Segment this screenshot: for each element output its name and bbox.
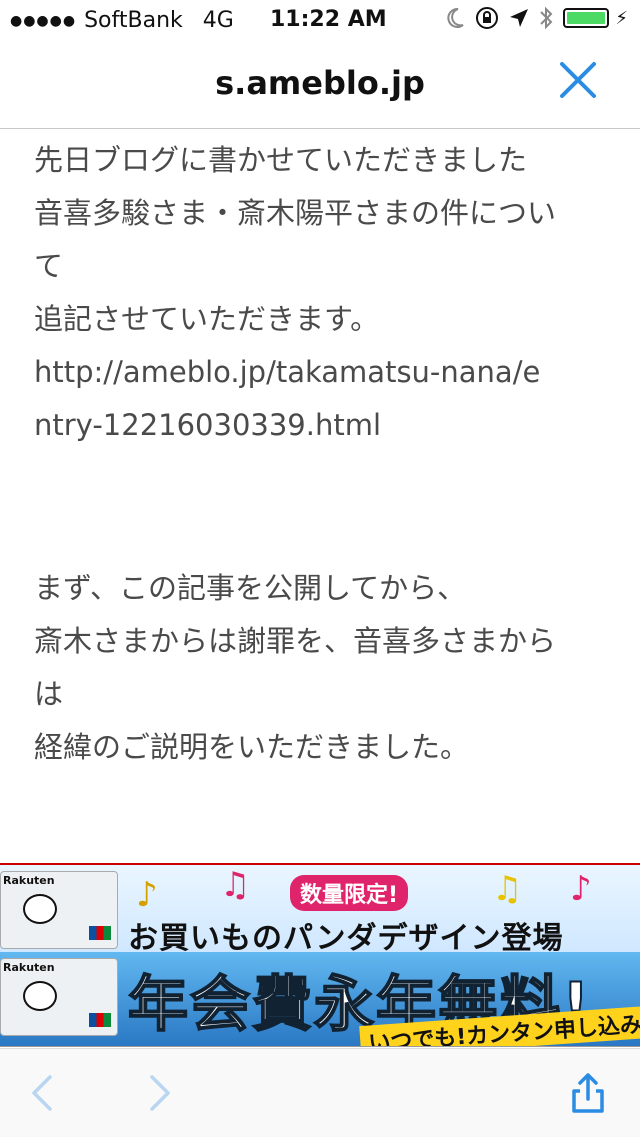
article-link[interactable]: ntry-12216030339.html [34,399,614,452]
browser-toolbar [0,1048,640,1137]
ad-headline: お買いものパンダデザイン登場 [128,921,564,953]
panda-icon [23,894,57,924]
page-url: s.ameblo.jp [215,64,425,102]
card-brand: Rakuten [3,961,55,974]
status-bar: ●●●●● SoftBank 4G 11:22 AM ⚡ [0,0,640,40]
text-line: 経緯のご説明をいただきました。 [34,730,470,764]
network-type: 4G [202,8,234,33]
battery-icon [563,8,610,28]
music-note-icon: ♪ [136,875,158,915]
browser-header: s.ameblo.jp [0,40,640,129]
music-note-icon: ♪ [570,869,592,909]
signal-dots-icon: ●●●●● [10,12,77,29]
ad-banner-free-fee[interactable]: Rakuten 年会費永年無料! いつでも!カンタン申し込み [0,952,640,1047]
status-time: 11:22 AM [270,7,387,32]
moon-icon [447,7,464,28]
close-icon[interactable] [556,58,600,102]
charging-bolt-icon: ⚡ [615,7,628,29]
bluetooth-icon [540,6,553,30]
panda-icon [23,981,57,1011]
carrier-name: SoftBank [84,8,183,33]
text-line: 斎木さまからは謝罪を、音喜多さまから [34,624,557,658]
rotation-lock-icon [476,7,499,29]
text-line: は [34,677,64,711]
forward-chevron-icon[interactable] [134,1069,182,1117]
share-icon[interactable] [564,1069,612,1117]
music-note-icon: ♫ [220,865,251,905]
text-line: まず、この記事を公開してから、 [34,571,467,605]
article-paragraph: 先日ブログに書かせていただきました 音喜多駿さま・斎木陽平さまの件につい て 追… [34,134,614,452]
jcb-logo-icon [89,1013,111,1027]
article-body: 先日ブログに書かせていただきました 音喜多駿さま・斎木陽平さまの件につい て 追… [0,130,640,863]
card-brand: Rakuten [3,874,55,887]
article-paragraph: まず、この記事を公開してから、 斎木さまからは謝罪を、音喜多さまから は 経緯の… [34,562,614,774]
text-line: て [34,249,64,283]
article-link[interactable]: http://ameblo.jp/takamatsu-nana/e [34,346,614,399]
ad-banner-panda[interactable]: Rakuten ♪ ♫ 数量限定! ♫ ♪ お買いものパンダデザイン登場 [0,863,640,953]
credit-card-image: Rakuten [0,958,118,1036]
music-note-icon: ♫ [492,869,523,909]
location-arrow-icon [510,9,529,27]
credit-card-image: Rakuten [0,871,118,949]
limited-badge: 数量限定! [290,875,409,911]
text-line: 先日ブログに書かせていただきました [34,143,528,177]
back-chevron-icon[interactable] [20,1069,68,1117]
text-line: 追記させていただきます。 [34,302,380,336]
jcb-logo-icon [89,926,111,940]
text-line: 音喜多駿さま・斎木陽平さまの件につい [34,196,557,230]
